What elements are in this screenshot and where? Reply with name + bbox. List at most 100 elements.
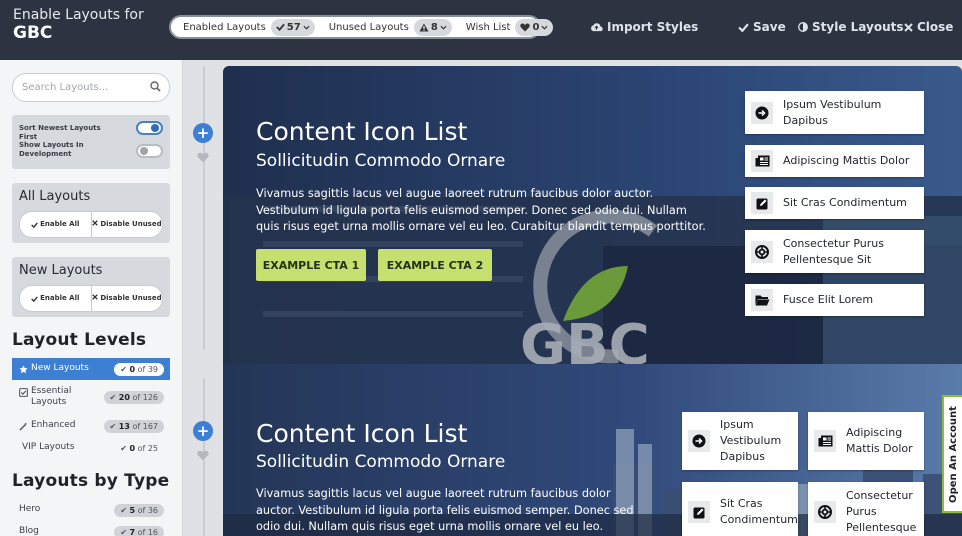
import-styles-button[interactable]: Import Styles — [590, 20, 698, 34]
add-layout-button[interactable]: + — [193, 123, 213, 143]
item-label: Adipiscing Mattis Dolor — [846, 426, 913, 455]
cta-label: EXAMPLE CTA 2 — [386, 258, 484, 272]
cloud-upload-icon — [591, 23, 603, 32]
title-line-2: GBC — [13, 22, 53, 43]
top-bar: Enable Layouts for GBC Enabled Layouts 5… — [0, 0, 962, 60]
item-label: Sit Cras Condimentum — [783, 196, 907, 209]
open-account-label: Open An Account — [947, 405, 959, 503]
preview-body: Vivamus sagittis lacus vel augue laoreet… — [256, 187, 706, 233]
level-total: of 126 — [132, 392, 158, 402]
edit-square-icon — [693, 507, 704, 518]
type-total: of 36 — [137, 505, 158, 515]
item-label: Consectetur Purus Pellentesque Sit — [783, 236, 884, 266]
star-icon — [19, 364, 28, 373]
unused-layouts-label: Unused Layouts — [328, 21, 409, 33]
heart-icon — [520, 23, 531, 31]
save-button[interactable]: Save — [738, 20, 786, 34]
close-button[interactable]: Close — [904, 20, 953, 34]
toggle-knob — [140, 147, 148, 155]
search-icon[interactable] — [150, 81, 161, 92]
layout-preview-2[interactable]: Content Icon List Sollicitudin Commodo O… — [223, 364, 962, 536]
disable-unused-content: Disable Unused — [92, 294, 162, 302]
type-count: 7 — [129, 527, 136, 536]
count-badge: ✔ 13 of 167 — [103, 419, 164, 433]
level-vip-layouts[interactable]: VIP Layouts ✔ 0 of 25 — [12, 437, 170, 459]
search-input[interactable] — [13, 74, 143, 101]
count-badge: ✔ 0 of 25 — [120, 443, 158, 453]
sidebar: Sort Newest Layouts First Show Layouts I… — [0, 60, 183, 536]
type-name: Blog — [19, 526, 39, 536]
plus-icon: + — [196, 421, 210, 440]
chevron-down-icon — [440, 25, 447, 30]
open-account-tab[interactable]: Open An Account — [942, 395, 962, 513]
icon-list-item: Ipsum Vestibulum Dapibus — [682, 412, 798, 470]
wishlist-heart-icon[interactable] — [197, 450, 209, 461]
disable-unused-new-button[interactable]: Disable Unused — [90, 286, 163, 311]
unused-count: 8 — [430, 21, 438, 33]
icon-list-item: Ipsum Vestibulum Dapibus — [745, 91, 924, 134]
item-label: Adipiscing Mattis Dolor — [783, 154, 910, 167]
item-label: Ipsum Vestibulum Dapibus — [783, 97, 882, 127]
enable-all-new-button[interactable]: Enable All — [20, 286, 91, 311]
example-cta-1-button[interactable]: EXAMPLE CTA 1 — [256, 249, 366, 281]
icon-list-item: Consectetur Purus Pellentesque — [808, 482, 924, 536]
preview-subtitle: Sollicitudin Commodo Ornare — [256, 452, 506, 472]
disable-unused-label: Disable Unused — [100, 294, 162, 303]
wish-list-badge[interactable]: 0 — [515, 18, 554, 36]
add-layout-button[interactable]: + — [193, 421, 213, 441]
search-box — [12, 73, 170, 102]
type-label: Hero — [19, 504, 41, 515]
disable-unused-button[interactable]: Disable Unused — [90, 212, 163, 237]
icon-box — [688, 501, 710, 523]
icon-list-item: Fusce Elit Lorem — [745, 284, 924, 316]
enable-all-label: Enable All — [40, 220, 80, 229]
level-essential-layouts[interactable]: Essential Layouts ✔ 20 of 126 — [12, 383, 170, 411]
disable-unused-label: Disable Unused — [100, 220, 162, 229]
wishlist-heart-icon[interactable] — [197, 152, 209, 163]
type-total: of 16 — [137, 527, 158, 536]
check-icon — [738, 22, 749, 32]
style-layouts-button[interactable]: Style Layouts — [798, 20, 904, 34]
unused-layouts-badge[interactable]: 8 — [413, 18, 452, 36]
level-new-layouts[interactable]: New Layouts ✔ 0 of 39 — [12, 358, 170, 380]
toggle-knob — [151, 124, 159, 132]
all-layouts-buttons: Enable All Disable Unused — [19, 211, 163, 238]
save-label: Save — [753, 20, 786, 34]
level-total: of 39 — [137, 364, 158, 374]
item-label: Consectetur Purus Pellentesque — [846, 489, 917, 534]
enable-all-button[interactable]: Enable All — [20, 212, 91, 237]
logo-text: GBC — [520, 313, 650, 364]
new-layouts-title: New Layouts — [19, 263, 103, 278]
level-count: 13 — [118, 421, 130, 431]
item-label: Ipsum Vestibulum Dapibus — [720, 418, 782, 463]
sort-newest-toggle[interactable] — [136, 121, 163, 135]
enabled-layouts-badge[interactable]: 57 — [270, 18, 315, 36]
level-label: Essential Layouts — [31, 385, 72, 407]
level-label: Enhanced — [31, 420, 76, 431]
app-title: Enable Layouts for GBC — [13, 8, 144, 43]
type-hero[interactable]: Hero ✔ 5 of 36 — [12, 499, 170, 521]
layout-filter-pills: Enabled Layouts 57 Unused Layouts 8 Wish… — [169, 15, 554, 39]
level-enhanced[interactable]: Enhanced ✔ 13 of 167 — [12, 415, 170, 437]
new-layouts-buttons: Enable All Disable Unused — [19, 285, 163, 312]
all-layouts-panel: All Layouts Enable All Disable Unused — [12, 183, 170, 243]
wand-icon — [19, 421, 28, 431]
icon-box — [751, 289, 773, 311]
settings-panel: Sort Newest Layouts First Show Layouts I… — [12, 115, 170, 169]
edit-square-icon — [756, 198, 767, 209]
checkbox-icon — [19, 387, 28, 397]
newspaper-icon — [818, 435, 832, 447]
count-badge: ✔ 7 of 16 — [114, 525, 164, 536]
example-cta-2-button[interactable]: EXAMPLE CTA 2 — [378, 249, 492, 281]
icon-list-item: Adipiscing Mattis Dolor — [745, 145, 924, 177]
enable-all-label: Enable All — [40, 294, 80, 303]
level-label: New Layouts — [31, 363, 89, 374]
layout-preview-1[interactable]: GBC Content Icon List Sollicitudin Commo… — [223, 66, 962, 364]
level-name: New Layouts — [19, 363, 89, 374]
chevron-down-icon — [303, 25, 310, 30]
type-blog[interactable]: Blog ✔ 7 of 16 — [12, 521, 170, 536]
show-dev-toggle[interactable] — [136, 144, 163, 158]
level-name: Essential Layouts — [19, 386, 91, 409]
icon-box — [688, 430, 710, 452]
icon-box — [814, 501, 836, 523]
